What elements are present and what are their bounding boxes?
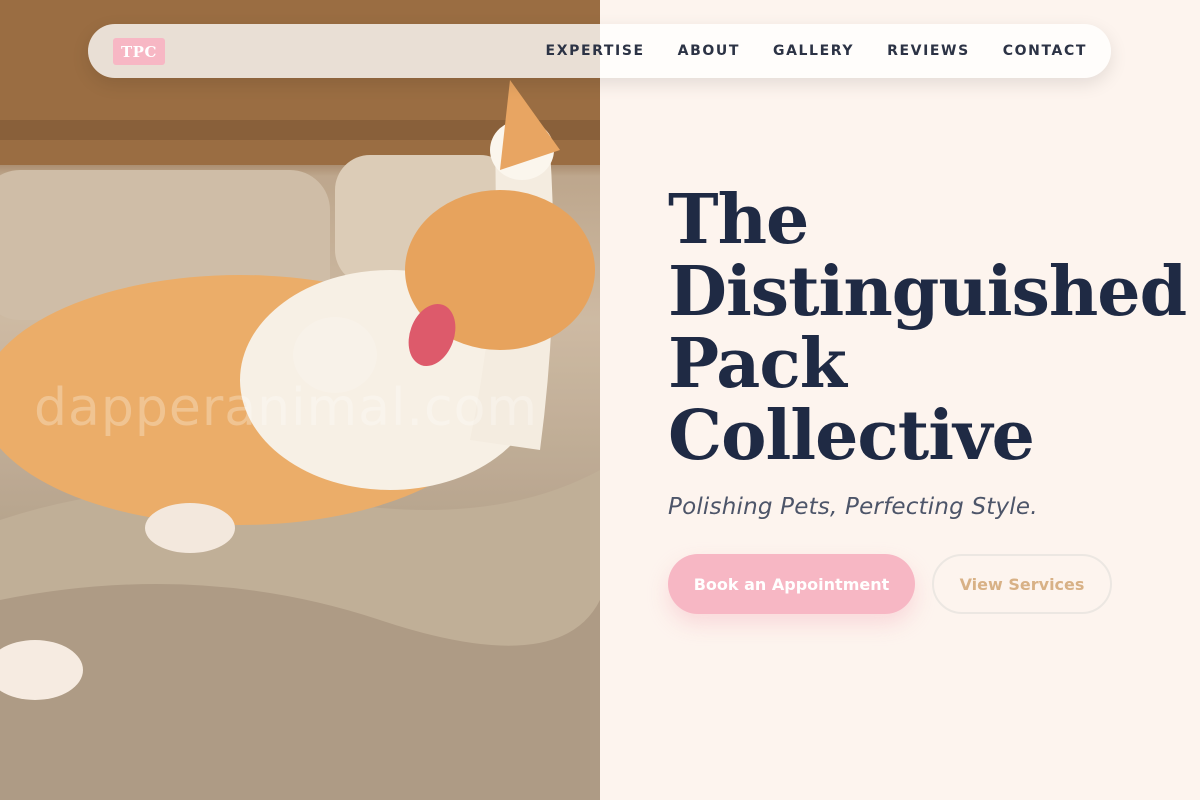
hero-title-line: The — [668, 180, 809, 260]
brand-logo[interactable]: TPC — [113, 37, 165, 65]
cta-row: Book an Appointment View Services — [668, 554, 1168, 614]
hero-content: The Distinguished Pack Collective Polish… — [668, 180, 1187, 614]
nav-link-about[interactable]: ABOUT — [678, 43, 740, 59]
hero-title: The Distinguished Pack Collective — [668, 180, 1187, 476]
hero-title-line: Pack — [668, 324, 847, 404]
hero-cat-photo: dapperanimal.com — [0, 0, 600, 800]
watermark-text: dapperanimal.com — [34, 378, 539, 438]
nav-links: EXPERTISE ABOUT GALLERY REVIEWS CONTACT — [546, 43, 1087, 59]
nav-link-expertise[interactable]: EXPERTISE — [546, 43, 645, 59]
nav-link-gallery[interactable]: GALLERY — [773, 43, 854, 59]
hero-title-line: Collective — [668, 396, 1035, 476]
book-appointment-button[interactable]: Book an Appointment — [668, 554, 915, 614]
top-navbar: TPC EXPERTISE ABOUT GALLERY REVIEWS CONT… — [88, 24, 1111, 78]
nav-link-reviews[interactable]: REVIEWS — [887, 43, 970, 59]
hero-tagline: Polishing Pets, Perfecting Style. — [668, 494, 1038, 520]
view-services-button[interactable]: View Services — [932, 554, 1112, 614]
nav-link-contact[interactable]: CONTACT — [1003, 43, 1087, 59]
hero-title-line: Distinguished — [668, 252, 1187, 332]
